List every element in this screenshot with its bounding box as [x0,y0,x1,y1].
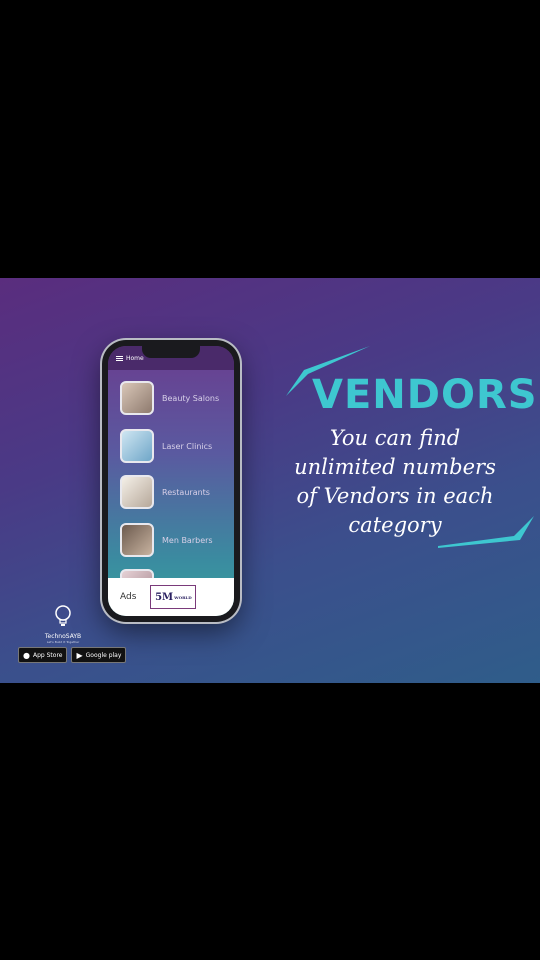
app-store-badge[interactable]: ● App Store [18,647,68,663]
store-badges: ● App Store ▶ Google play [18,647,127,663]
ad-logo-sub: WORLD [174,594,192,600]
category-thumbnail [120,429,154,463]
brand-block: TechnoSAYB Let's Build It Together [40,605,86,644]
hamburger-menu-icon[interactable] [116,355,123,361]
apple-icon: ● [23,650,30,660]
category-item-men-barbers[interactable]: Men Barbers [120,522,232,558]
category-item-beauty-salons[interactable]: Beauty Salons [120,380,232,416]
category-label: Beauty Salons [162,393,220,403]
category-label: Men Barbers [162,535,213,545]
google-play-badge[interactable]: ▶ Google play [71,647,127,663]
advertiser-logo[interactable]: 5M WORLD [150,585,197,609]
google-play-label: Google play [85,651,122,659]
headline: VENDORS [312,372,538,418]
lightbulb-logo-icon [55,605,71,626]
ads-banner[interactable]: Ads 5M WORLD [108,578,234,616]
category-label: Laser Clinics [162,441,213,451]
tagline-line-2: unlimited numbers [294,455,496,479]
app-store-label: App Store [32,651,63,659]
accent-stroke-bottom [438,516,534,548]
play-icon: ▶ [76,650,83,660]
ads-label: Ads [120,592,137,602]
category-thumbnail [120,381,154,415]
category-thumbnail [120,475,154,509]
brand-tagline: Let's Build It Together [46,640,80,644]
phone-screen: Home Beauty Salons Laser Clinics Restaur… [108,346,234,616]
category-label: Restaurants [162,487,210,497]
category-thumbnail [120,523,154,557]
ad-logo-text: 5M [155,591,174,603]
phone-notch [142,346,200,358]
tagline-line-1: You can find [329,426,461,450]
brand-name: TechnoSAYB [44,633,82,640]
phone-mockup: Home Beauty Salons Laser Clinics Restaur… [102,340,240,622]
category-item-restaurants[interactable]: Restaurants [120,474,232,510]
category-item-laser-clinics[interactable]: Laser Clinics [120,428,232,464]
app-bar-title: Home [126,354,144,362]
